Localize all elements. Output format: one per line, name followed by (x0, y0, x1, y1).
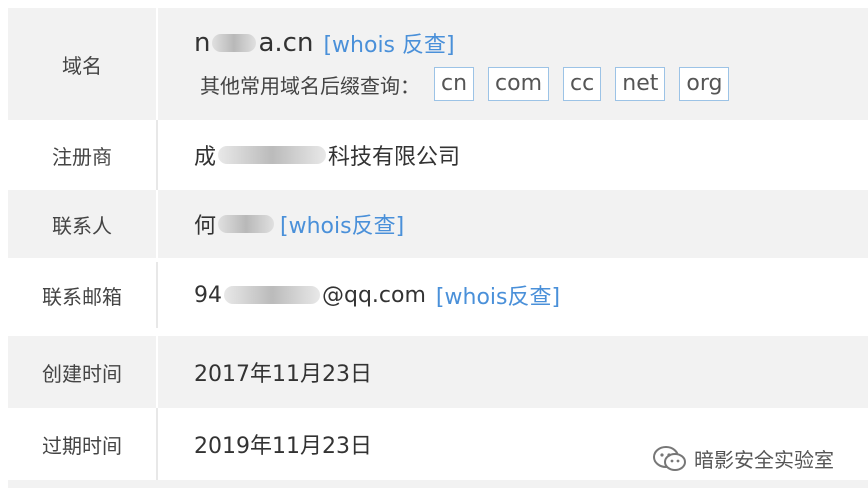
label-contact: 联系人 (8, 190, 158, 258)
email-suffix: @qq.com (322, 282, 426, 308)
table-row-email: 联系邮箱 94 @qq.com [whois反查] (8, 262, 868, 328)
table-bottom-divider (8, 480, 868, 488)
redacted-blur (224, 286, 320, 304)
suffix-button-org[interactable]: org (679, 67, 730, 101)
suffix-query-label: 其他常用域名后缀查询： (200, 73, 420, 98)
value-registrar: 成 科技有限公司 (158, 120, 868, 190)
suffix-button-cc[interactable]: cc (563, 67, 602, 101)
label-created: 创建时间 (8, 336, 158, 408)
label-domain: 域名 (8, 8, 158, 120)
suffix-button-cn[interactable]: cn (434, 67, 475, 101)
table-row-registrar: 注册商 成 科技有限公司 (8, 120, 868, 190)
email-prefix: 94 (194, 282, 222, 308)
domain-name-prefix: n (194, 28, 211, 58)
domain-name-suffix: a.cn (258, 28, 314, 58)
table-row-domain: 域名 n a.cn [whois 反查] 其他常用域名后缀查询： cn com … (8, 8, 868, 120)
wechat-icon (653, 445, 686, 471)
table-row-created: 创建时间 2017年11月23日 (8, 336, 868, 408)
label-registrar: 注册商 (8, 120, 158, 190)
redacted-blur (218, 146, 327, 164)
suffix-button-com[interactable]: com (488, 67, 550, 101)
watermark-text: 暗影安全实验室 (694, 448, 834, 472)
redacted-blur (218, 215, 275, 233)
whois-reverse-link-email[interactable]: [whois反查] (436, 279, 560, 311)
redacted-blur (212, 34, 257, 52)
value-created: 2017年11月23日 (158, 336, 868, 408)
value-contact: 何 [whois反查] (158, 190, 868, 258)
label-email: 联系邮箱 (8, 262, 158, 328)
table-row-contact: 联系人 何 [whois反查] (8, 190, 868, 258)
value-email: 94 @qq.com [whois反查] (158, 262, 868, 328)
whois-reverse-link-domain[interactable]: [whois 反查] (323, 27, 454, 59)
contact-prefix: 何 (194, 214, 217, 239)
registrar-suffix: 科技有限公司 (328, 145, 461, 170)
suffix-button-net[interactable]: net (615, 67, 666, 101)
label-expiration: 过期时间 (8, 408, 158, 480)
value-domain: n a.cn [whois 反查] 其他常用域名后缀查询： cn com cc … (158, 8, 868, 120)
whois-reverse-link-contact[interactable]: [whois反查] (280, 208, 404, 240)
registrar-prefix: 成 (194, 145, 217, 170)
watermark: 暗影安全实验室 (652, 444, 834, 473)
